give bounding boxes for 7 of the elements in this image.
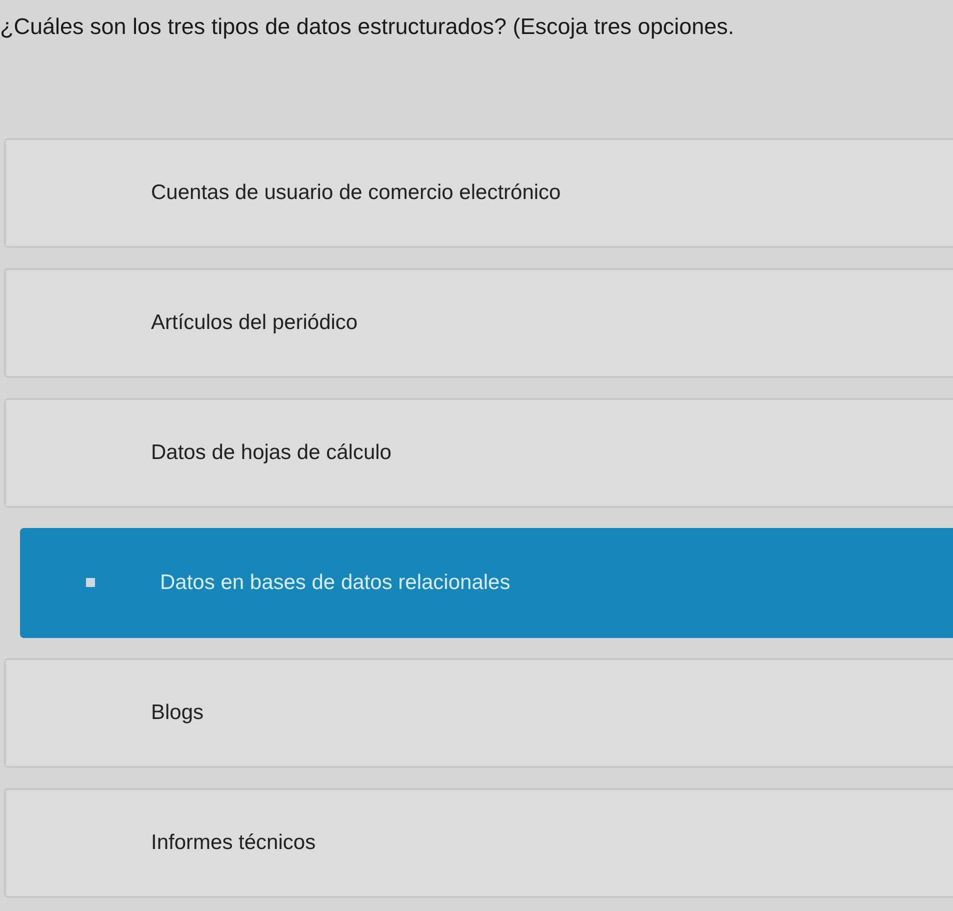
answer-option[interactable]: Cuentas de usuario de comercio electrónico bbox=[4, 138, 953, 248]
selected-marker-icon bbox=[86, 578, 95, 587]
answer-option[interactable]: Datos de hojas de cálculo bbox=[4, 398, 953, 508]
answer-option[interactable]: Informes técnicos bbox=[4, 788, 953, 898]
answer-option[interactable]: Blogs bbox=[4, 658, 953, 768]
answer-option[interactable]: Artículos del periódico bbox=[4, 268, 953, 378]
question-text: ¿Cuáles son los tres tipos de datos estructurados? (Escoja tres opciones. bbox=[0, 13, 736, 41]
